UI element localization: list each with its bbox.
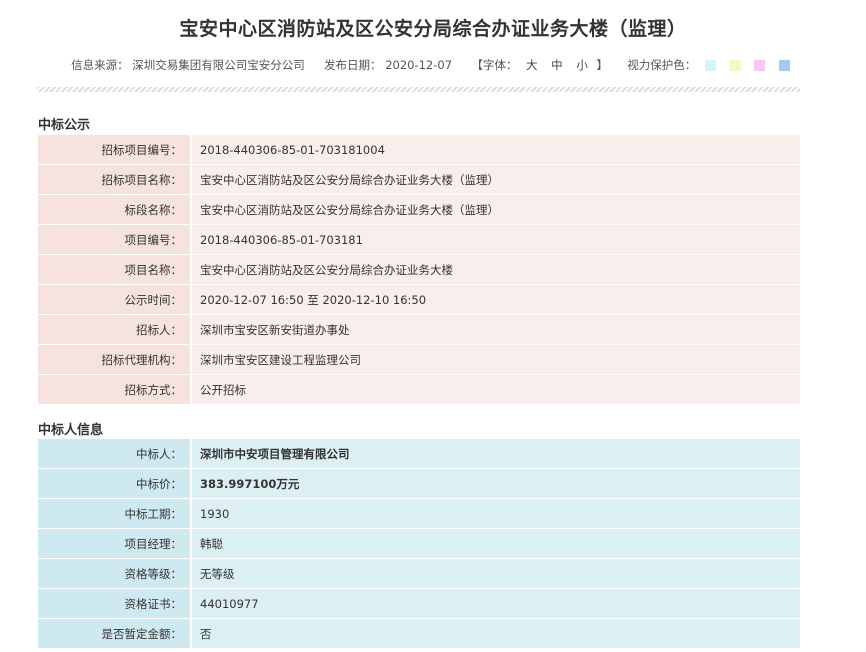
- row-label: 招标项目编号：: [38, 135, 191, 165]
- meta-bar: 信息来源： 深圳交易集团有限公司宝安分公司 发布日期： 2020-12-07 【…: [0, 57, 866, 73]
- date-value: 2020-12-07: [385, 58, 453, 72]
- table-row: 资格证书： 44010977: [38, 588, 800, 619]
- vision-color-swatch-pink[interactable]: [754, 59, 766, 71]
- row-value: 否: [190, 618, 800, 649]
- table-row: 项目编号： 2018-440306-85-01-703181: [38, 224, 800, 255]
- row-value: 深圳市宝安区新安街道办事处: [190, 314, 800, 345]
- row-label: 公示时间：: [38, 284, 191, 315]
- row-value: 深圳市宝安区建设工程监理公司: [190, 344, 800, 375]
- font-size-close: 】: [596, 58, 608, 72]
- row-label: 资格等级：: [38, 558, 191, 589]
- row-label: 资格证书：: [38, 588, 191, 619]
- row-label: 是否暂定金额：: [38, 618, 191, 649]
- table-row: 是否暂定金额：否: [38, 618, 800, 649]
- table-row: 标段名称： 宝安中心区消防站及区公安分局综合办证业务大楼（监理）: [38, 194, 800, 225]
- row-label: 中标价：: [38, 468, 191, 499]
- section-title-winner-info: 中标人信息: [38, 423, 104, 438]
- row-label: 中标人：: [38, 439, 191, 469]
- row-label: 项目编号：: [38, 224, 191, 255]
- row-label: 中标工期：: [38, 498, 191, 529]
- table-row: 招标项目编号： 2018-440306-85-01-703181004: [38, 135, 800, 165]
- row-label: 项目名称：: [38, 254, 191, 285]
- font-size-small-link[interactable]: 小: [576, 57, 588, 73]
- font-size-open: 【字体：: [471, 58, 518, 72]
- source-label: 信息来源：: [71, 58, 129, 72]
- date-label: 发布日期：: [324, 58, 382, 72]
- row-value: 深圳市中安项目管理有限公司: [190, 439, 800, 469]
- winner-info-table: 中标人： 深圳市中安项目管理有限公司 中标价： 383.997100万元 中标工期： 19…: [38, 439, 800, 649]
- row-label: 标段名称：: [38, 194, 191, 225]
- table-row: 招标项目名称： 宝安中心区消防站及区公安分局综合办证业务大楼（监理）: [38, 164, 800, 195]
- table-row: 公示时间： 2020-12-07 16:50 至 2020-12-10 16:50: [38, 284, 800, 315]
- row-value: 383.997100万元: [190, 468, 800, 499]
- row-label: 招标代理机构：: [38, 344, 191, 375]
- row-value: 44010977: [190, 588, 800, 619]
- table-row: 中标工期： 1930: [38, 498, 800, 529]
- section-title-bid-announcement: 中标公示: [38, 118, 91, 133]
- vision-color-label: 视力保护色：: [627, 58, 697, 72]
- row-label: 招标方式：: [38, 374, 191, 405]
- table-row: 中标人： 深圳市中安项目管理有限公司: [38, 439, 800, 469]
- table-row: 项目经理： 韩聪: [38, 528, 800, 559]
- row-value: 宝安中心区消防站及区公安分局综合办证业务大楼（监理）: [190, 194, 800, 225]
- row-value: 宝安中心区消防站及区公安分局综合办证业务大楼: [190, 254, 800, 285]
- row-label: 招标项目名称：: [38, 164, 191, 195]
- font-size-medium-link[interactable]: 中: [551, 57, 563, 73]
- vision-color-swatch-blue[interactable]: [778, 59, 790, 71]
- row-value: 韩聪: [190, 528, 800, 559]
- table-row: 招标代理机构： 深圳市宝安区建设工程监理公司: [38, 344, 800, 375]
- row-value: 公开招标: [190, 374, 800, 405]
- row-label: 项目经理：: [38, 528, 191, 559]
- vision-color-swatch-yellow[interactable]: [729, 59, 741, 71]
- bid-announcement-table: 招标项目编号： 2018-440306-85-01-703181004 招标项目名称…: [38, 135, 800, 405]
- row-value: 2018-440306-85-01-703181: [190, 224, 800, 255]
- table-row: 中标价： 383.997100万元: [38, 468, 800, 499]
- row-value: 2020-12-07 16:50 至 2020-12-10 16:50: [190, 284, 800, 315]
- table-row: 资格等级： 无等级: [38, 558, 800, 589]
- table-row: 项目名称： 宝安中心区消防站及区公安分局综合办证业务大楼: [38, 254, 800, 285]
- row-value: 2018-440306-85-01-703181004: [190, 135, 800, 165]
- row-value: 无等级: [190, 558, 800, 589]
- page-title: 宝安中心区消防站及区公安分局综合办证业务大楼（监理）: [179, 18, 687, 40]
- row-value: 宝安中心区消防站及区公安分局综合办证业务大楼（监理）: [190, 164, 800, 195]
- row-label: 招标人：: [38, 314, 191, 345]
- font-size-large-link[interactable]: 大: [526, 57, 538, 73]
- divider-stripe: [37, 87, 800, 92]
- table-row: 招标人： 深圳市宝安区新安街道办事处: [38, 314, 800, 345]
- row-value: 1930: [190, 498, 800, 529]
- source-value: 深圳交易集团有限公司宝安分公司: [132, 58, 305, 72]
- table-row: 招标方式： 公开招标: [38, 374, 800, 405]
- vision-color-swatch-cyan[interactable]: [704, 59, 716, 71]
